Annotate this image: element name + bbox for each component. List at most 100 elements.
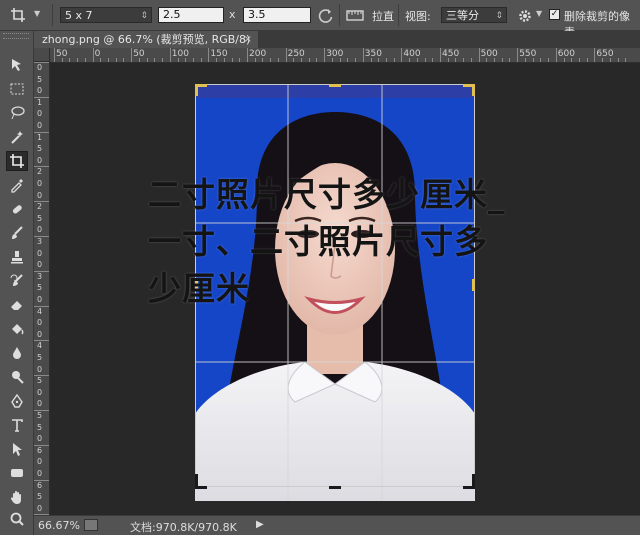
ratio-preset-select[interactable]: 5 x 7 ⇕ <box>60 7 152 23</box>
ruler-label: 0 <box>37 503 43 513</box>
document-tab[interactable]: zhong.png @ 66.7% (裁剪预览, RGB/8) × <box>34 31 258 48</box>
ruler-label: 100 <box>171 49 189 59</box>
ruler-label: 0 <box>37 399 43 409</box>
ruler-subtick <box>409 58 411 62</box>
ruler-subtick <box>339 58 341 62</box>
ruler-tick <box>285 48 287 62</box>
ruler-subtick <box>524 58 526 62</box>
ruler-subtick <box>563 58 565 62</box>
chevron-down-icon[interactable]: ▼ <box>536 9 542 18</box>
ruler-label: 5 <box>37 283 43 293</box>
tool-preset-chevron-down-icon[interactable]: ▼ <box>34 9 40 18</box>
ruler-label: 1 <box>37 97 43 107</box>
ruler-label: 400 <box>403 49 421 59</box>
marquee-tool-icon[interactable] <box>6 79 28 99</box>
ruler-label: 0 <box>37 86 43 96</box>
ruler-label: 1 <box>37 132 43 142</box>
eraser-tool-icon[interactable] <box>6 295 28 315</box>
ruler-tick <box>34 410 49 411</box>
ruler-label: 650 <box>596 49 614 59</box>
horizontal-ruler[interactable]: 50 0 50 100 150 200 250 300 350 400 450 500 550 600 65… <box>50 48 640 63</box>
straighten-label[interactable]: 拉直 <box>372 8 394 24</box>
lasso-tool-icon[interactable] <box>6 103 28 123</box>
ruler-label: 0 <box>37 329 43 339</box>
zoom-tool-icon[interactable] <box>6 509 28 529</box>
ruler-subtick <box>84 58 86 62</box>
ruler-subtick <box>277 58 279 62</box>
ruler-subtick <box>223 58 225 62</box>
blur-tool-icon[interactable] <box>6 343 28 363</box>
ruler-subtick <box>61 58 63 62</box>
status-menu-arrow-icon[interactable]: ▶ <box>256 519 264 530</box>
ruler-label: 0 <box>37 295 43 304</box>
gear-icon[interactable] <box>517 8 533 24</box>
crop-height-field[interactable]: 3.5 <box>243 7 311 23</box>
view-overlay-select[interactable]: 三等分 ⇕ <box>441 7 507 23</box>
clear-rotate-icon[interactable] <box>318 8 334 24</box>
ruler-label: 0 <box>37 225 43 235</box>
ruler-label: 5 <box>37 74 43 84</box>
ruler-label: 5 <box>37 376 43 386</box>
eyedropper-tool-icon[interactable] <box>6 175 28 195</box>
ruler-subtick <box>509 58 511 62</box>
ruler-subtick <box>455 58 457 62</box>
ruler-subtick <box>231 58 233 62</box>
healing-brush-tool-icon[interactable] <box>6 199 28 219</box>
divider <box>339 4 340 26</box>
vertical-ruler[interactable]: 050100150200250300350400450500550600650 <box>34 62 50 515</box>
ruler-subtick <box>216 58 218 62</box>
divider <box>398 4 399 26</box>
move-tool-icon[interactable] <box>6 55 28 75</box>
ruler-tick <box>34 201 49 203</box>
canvas-area[interactable]: 二寸照片尺寸多少厘米_一寸、二寸照片尺寸多少厘米 <box>50 63 640 515</box>
hand-tool-icon[interactable] <box>6 487 28 507</box>
ruler-label: 0 <box>37 364 43 374</box>
ruler-subtick <box>378 58 380 62</box>
ruler-label: 250 <box>287 49 305 59</box>
ruler-tick <box>34 62 49 63</box>
path-select-tool-icon[interactable] <box>6 439 28 459</box>
ruler-subtick <box>470 58 472 62</box>
ruler-label: 0 <box>37 179 43 188</box>
times-symbol: x <box>229 8 236 21</box>
delete-cropped-checkbox[interactable]: ✓ <box>549 9 560 20</box>
crop-tool-icon[interactable] <box>6 151 28 171</box>
ruler-tick <box>34 131 49 133</box>
ruler-label: 5 <box>37 213 43 223</box>
straighten-icon[interactable] <box>346 8 364 22</box>
ruler-origin[interactable] <box>34 48 50 62</box>
export-icon[interactable] <box>84 519 98 531</box>
ruler-subtick <box>200 58 202 62</box>
crop-width-value: 2.5 <box>163 8 181 21</box>
ruler-tick <box>594 48 596 62</box>
ruler-tick <box>34 96 49 98</box>
pen-tool-icon[interactable] <box>6 391 28 411</box>
ruler-tick <box>131 48 133 62</box>
ruler-tick <box>247 48 248 62</box>
ruler-subtick <box>424 58 426 62</box>
ruler-subtick <box>370 58 372 62</box>
crop-width-field[interactable]: 2.5 <box>158 7 224 23</box>
brush-tool-icon[interactable] <box>6 223 28 243</box>
ruler-subtick <box>578 58 580 62</box>
ruler-label: 0 <box>37 434 43 444</box>
ruler-subtick <box>486 58 488 62</box>
paint-bucket-tool-icon[interactable] <box>6 319 28 339</box>
type-tool-icon[interactable] <box>6 415 28 435</box>
ruler-label: 300 <box>326 49 344 59</box>
zoom-level[interactable]: 66.67% <box>38 519 80 532</box>
close-icon[interactable]: × <box>244 31 252 48</box>
ruler-subtick <box>347 58 349 62</box>
quick-select-tool-icon[interactable] <box>6 127 28 147</box>
ruler-subtick <box>185 58 187 62</box>
shape-tool-icon[interactable] <box>6 463 28 483</box>
panel-grip[interactable] <box>3 33 29 39</box>
ruler-subtick <box>123 58 125 62</box>
history-brush-tool-icon[interactable] <box>6 271 28 291</box>
ruler-tick <box>517 48 519 62</box>
clone-stamp-tool-icon[interactable] <box>6 247 28 267</box>
view-label: 视图: <box>405 10 431 23</box>
dodge-tool-icon[interactable] <box>6 367 28 387</box>
ruler-subtick <box>331 58 333 62</box>
crop-tool-icon[interactable] <box>10 7 26 23</box>
